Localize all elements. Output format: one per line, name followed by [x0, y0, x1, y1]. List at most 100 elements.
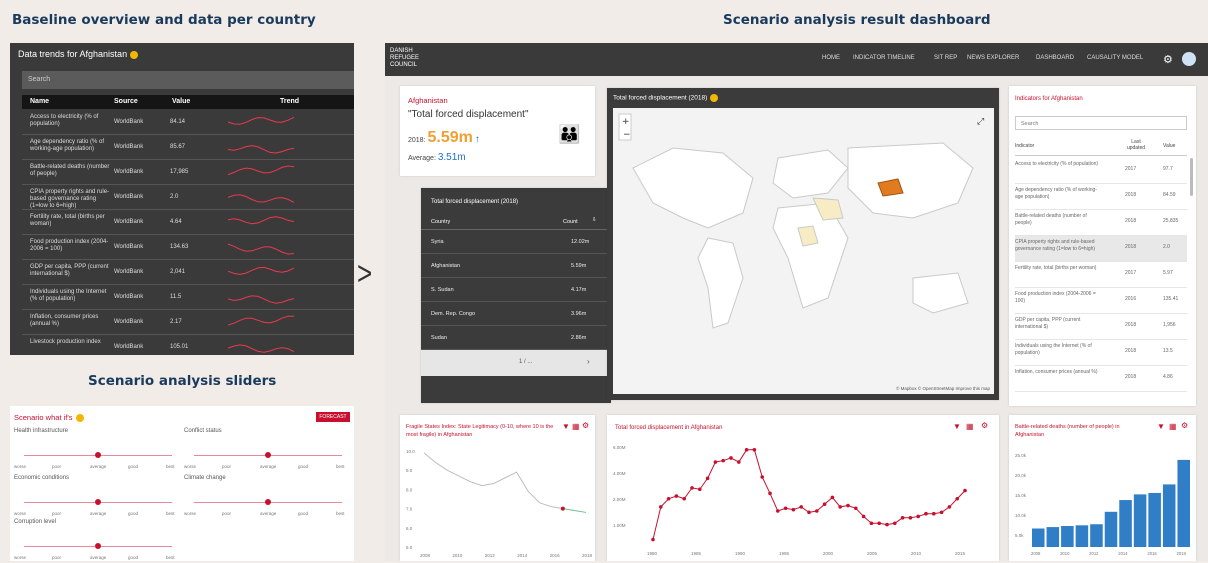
table-row[interactable]: Access to electricity (% of population) 2… — [1015, 158, 1187, 184]
data-point — [861, 514, 866, 519]
map-credit[interactable]: © Mapbox © OpenStreetMap Improve this ma… — [896, 386, 990, 391]
slider-knob[interactable] — [95, 499, 101, 505]
table-row[interactable]: Age dependency ratio (% of working-age p… — [1015, 184, 1187, 210]
baseline-title: Data trends for Afghanistan — [18, 49, 139, 59]
slider-tick-label: worse — [14, 555, 27, 560]
table-row[interactable]: Age dependency ratio (% of working-age p… — [22, 135, 354, 160]
x-tick-label: 2010 — [911, 551, 922, 556]
info-icon[interactable] — [75, 414, 84, 423]
col-source[interactable]: Source — [114, 98, 138, 105]
y-tick-label: 10.0 — [406, 449, 415, 454]
table-row[interactable]: Livestock production index WorldBank 105.0… — [22, 335, 354, 355]
data-point — [799, 505, 803, 509]
row-value: 2,041 — [170, 269, 186, 275]
data-point — [955, 496, 959, 501]
row-source: WorldBank — [114, 344, 144, 350]
bar — [1075, 525, 1089, 547]
slider-tick-label: poor — [222, 511, 232, 516]
table-row[interactable]: CPIA property rights and rule-based gove… — [1015, 236, 1187, 262]
info-icon[interactable] — [710, 94, 719, 102]
data-point — [932, 511, 936, 516]
table-row[interactable]: Food production index (2004-2006 = 100) 2… — [1015, 288, 1187, 314]
scrollbar[interactable] — [1190, 158, 1193, 196]
drc-logo[interactable]: DANISH REFUGEE COUNCIL — [390, 48, 419, 69]
nav-sit-rep[interactable]: SIT REP — [934, 55, 957, 61]
nav-home[interactable]: HOME — [822, 55, 840, 61]
slider-knob[interactable] — [95, 452, 101, 458]
table-row[interactable]: Syria 12.02m — [421, 230, 611, 254]
x-tick-label: 2015 — [955, 551, 966, 556]
indicators-search-input[interactable]: Search — [1015, 116, 1187, 130]
row-name: Individuals using the Internet (% of pop… — [30, 289, 107, 302]
table-row[interactable]: S. Sudan 4.17m — [421, 278, 611, 302]
slider-knob[interactable] — [95, 543, 101, 549]
row-source: WorldBank — [114, 269, 144, 275]
world-map-svg: + − ⤢ — [618, 113, 984, 329]
table-row[interactable]: CPIA property rights and rule-based gove… — [22, 185, 354, 210]
chart-forced-displacement: Total forced displacement in Afghanistan… — [607, 415, 999, 561]
row-value: 85.67 — [170, 144, 186, 150]
country-count: 2.86m — [571, 335, 587, 341]
chevron-right-icon[interactable]: › — [587, 357, 590, 366]
slider-tick-label: poor — [52, 511, 62, 516]
data-point — [666, 496, 671, 501]
table-row[interactable]: Fertility rate, total (births per woman)… — [1015, 262, 1187, 288]
nav-causality-model[interactable]: CAUSALITY MODEL — [1087, 55, 1143, 61]
chart-battle-deaths: Battle-related deaths (number of people)… — [1009, 415, 1196, 561]
col-trend[interactable]: Trend — [280, 98, 299, 105]
data-point — [744, 448, 749, 452]
row-value: 105.01 — [170, 344, 189, 350]
pagination[interactable]: 1 / ... › — [421, 350, 611, 376]
slider-tick-label: worse — [14, 464, 27, 469]
trend-line — [228, 295, 295, 304]
data-point — [760, 475, 764, 479]
world-map[interactable]: + − ⤢ © Mapbox © OpenStreetMap Improve t… — [613, 108, 994, 394]
table-row[interactable]: Access to electricity (% of population) W… — [22, 110, 354, 135]
slider-knob[interactable] — [265, 499, 271, 505]
indicator-name: Fertility rate, total (births per woman) — [1015, 265, 1097, 271]
nav-indicator-timeline[interactable]: INDICATOR TIMELINE — [853, 55, 915, 61]
baseline-heading: Baseline overview and data per country — [12, 12, 316, 28]
trend-sparkline — [228, 216, 295, 225]
bar — [1148, 492, 1161, 547]
map-card: Total forced displacement (2018) + − ⤢ ©… — [607, 88, 999, 400]
table-row[interactable]: GDP per capita, PPP (current internation… — [22, 260, 354, 285]
x-tick-label: 2010 — [452, 553, 463, 558]
slider-tick-label: average — [90, 555, 107, 560]
table-row[interactable]: Battle-related deaths (number of people)… — [1015, 210, 1187, 236]
avatar[interactable] — [1182, 52, 1196, 66]
baseline-search-input[interactable]: Search — [22, 71, 354, 89]
slider-label: Conflict status — [184, 428, 222, 434]
data-point — [729, 456, 733, 460]
table-row[interactable]: Battle-related deaths (number of people)… — [22, 160, 354, 185]
table-row[interactable]: Sudan 2.86m — [421, 326, 611, 350]
table-row[interactable]: Inflation, consumer prices (annual %) 201… — [1015, 366, 1187, 392]
table-row[interactable]: Fertility rate, total (births per woman)… — [22, 210, 354, 235]
x-tick-label: 2018 — [582, 553, 593, 558]
bar — [1133, 494, 1147, 547]
col-name[interactable]: Name — [30, 98, 49, 105]
svg-text:+: + — [622, 117, 630, 127]
table-row[interactable]: GDP per capita, PPP (current internation… — [1015, 314, 1187, 340]
table-row[interactable]: Inflation, consumer prices (annual %) Wor… — [22, 310, 354, 335]
table-row[interactable]: Individuals using the Internet (% of pop… — [22, 285, 354, 310]
nav-dashboard[interactable]: DASHBOARD — [1036, 55, 1074, 61]
forecast-button[interactable]: FORECAST — [316, 412, 350, 422]
people-icon: 👪 — [558, 124, 581, 144]
gear-icon[interactable]: ⚙ — [1163, 53, 1173, 66]
slider-group: Conflict status worse poor average good best — [184, 428, 346, 472]
table-row[interactable]: Food production index (2004-2006 = 100) W… — [22, 235, 354, 260]
col-value[interactable]: Value — [172, 98, 190, 105]
info-icon[interactable] — [130, 50, 139, 59]
download-icon[interactable]: ⇩ — [592, 217, 597, 223]
table-row[interactable]: Afghanistan 5.59m — [421, 254, 611, 278]
y-tick-label: 9.0 — [406, 468, 413, 473]
slider-knob[interactable] — [265, 452, 271, 458]
trend-sparkline — [228, 243, 295, 255]
nav-news-explorer[interactable]: NEWS EXPLORER — [967, 55, 1019, 61]
table-row[interactable]: Individuals using the Internet (% of pop… — [1015, 340, 1187, 366]
trend-line — [228, 266, 295, 275]
indicator-name: GDP per capita, PPP (current internation… — [1015, 317, 1081, 330]
slider-label: Climate change — [184, 475, 226, 481]
table-row[interactable]: Dem. Rep. Congo 3.96m — [421, 302, 611, 326]
